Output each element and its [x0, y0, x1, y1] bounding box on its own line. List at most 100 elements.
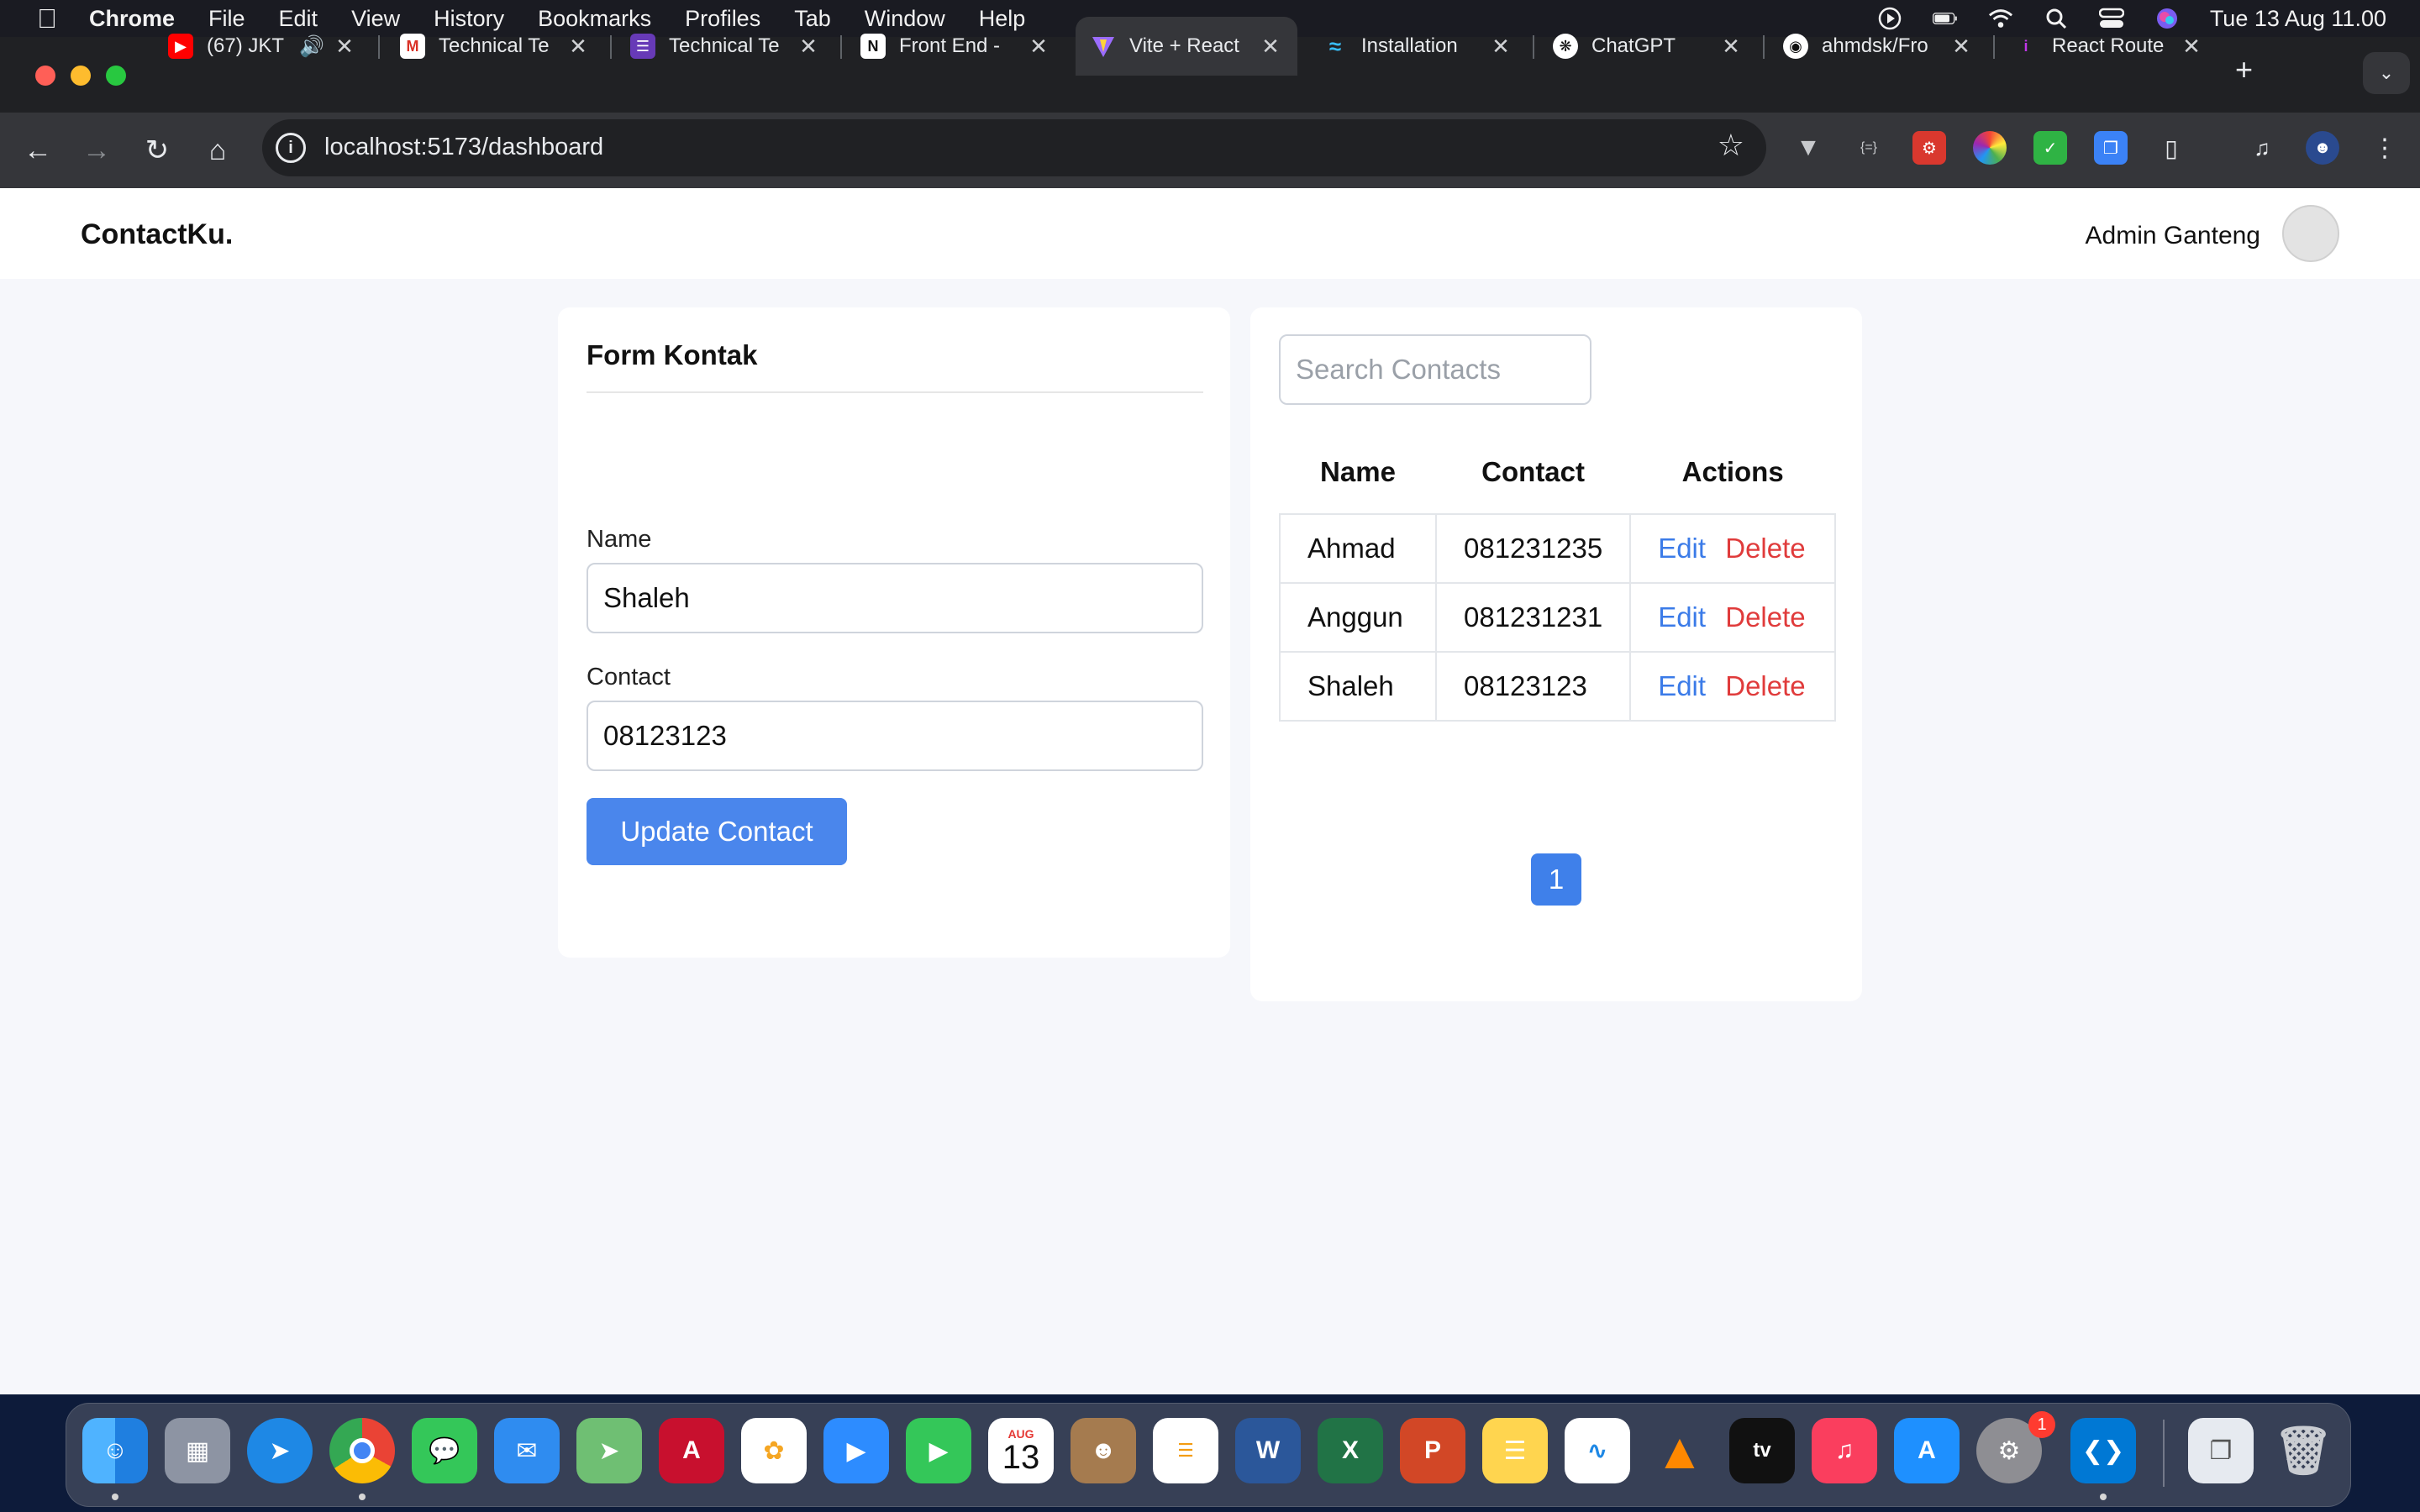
archive-folder-icon[interactable]: ❐ — [2188, 1418, 2254, 1483]
excel-icon[interactable]: X — [1318, 1418, 1383, 1483]
actions-cell: Edit Delete — [1629, 582, 1837, 653]
browser-tab-chatgpt[interactable]: ❋ ChatGPT ✕ — [1538, 17, 1758, 76]
media-controls-icon[interactable]: ♫ — [2245, 131, 2279, 165]
acrobat-icon[interactable]: A — [659, 1418, 724, 1483]
address-bar[interactable]: i localhost:5173/dashboard ☆ — [262, 119, 1766, 176]
tab-separator — [1533, 35, 1534, 59]
home-icon[interactable]: ⌂ — [198, 131, 237, 170]
more-menu-icon[interactable]: ⋮ — [2368, 131, 2402, 165]
vscode-icon[interactable]: ❮❯ — [2070, 1418, 2136, 1483]
back-arrow-icon[interactable]: ← — [18, 131, 57, 170]
close-tab-icon[interactable]: ✕ — [1719, 34, 1743, 60]
finder-icon[interactable]: ☺ — [82, 1418, 148, 1483]
notes-icon[interactable]: ☰ — [1482, 1418, 1548, 1483]
trash-icon[interactable]: 🗑 — [2270, 1418, 2336, 1483]
json-viewer-extension-icon[interactable]: {=} — [1852, 131, 1886, 165]
extensions-puzzle-icon[interactable]: ▯ — [2154, 131, 2188, 165]
edit-link[interactable]: Edit — [1658, 601, 1706, 633]
close-tab-icon[interactable]: ✕ — [2180, 34, 2203, 60]
close-tab-icon[interactable]: ✕ — [566, 34, 590, 60]
update-contact-button[interactable]: Update Contact — [587, 798, 847, 865]
gmail-icon: M — [400, 34, 425, 59]
browser-tab-notion[interactable]: N Front End - ✕ — [845, 17, 1065, 76]
tab-title: Front End - — [899, 34, 1001, 57]
vlc-icon[interactable]: ▲ — [1647, 1418, 1712, 1483]
delete-link[interactable]: Delete — [1725, 670, 1805, 701]
calendar-icon[interactable]: AUG 13 — [988, 1418, 1054, 1483]
tab-separator — [840, 35, 842, 59]
browser-tab-gmail[interactable]: M Technical Te ✕ — [385, 17, 605, 76]
close-tab-icon[interactable]: ✕ — [797, 34, 820, 60]
delete-link[interactable]: Delete — [1725, 533, 1805, 564]
close-window-button[interactable] — [35, 66, 55, 86]
minimize-window-button[interactable] — [71, 66, 91, 86]
copy-extension-icon[interactable]: ❐ — [2094, 131, 2128, 165]
bookmark-star-icon[interactable]: ☆ — [1718, 128, 1744, 163]
vue-devtools-extension-icon[interactable]: ▼ — [1791, 131, 1825, 165]
notion-icon: N — [860, 34, 886, 59]
browser-tab-forms[interactable]: ☰ Technical Te ✕ — [615, 17, 835, 76]
tab-search-chevron-icon[interactable]: ⌄ — [2363, 52, 2410, 94]
zoom-icon[interactable]: ▶ — [823, 1418, 889, 1483]
edit-link[interactable]: Edit — [1658, 670, 1706, 701]
pagination-page-1-button[interactable]: 1 — [1531, 853, 1581, 906]
shield-extension-icon[interactable]: ✓ — [2033, 131, 2067, 165]
mail-icon[interactable]: ✉ — [494, 1418, 560, 1483]
browser-tab-youtube[interactable]: ▶ (67) JKT 🔊 ✕ — [153, 17, 371, 76]
browser-tab-tailwind[interactable]: ≈ Installation ✕ — [1307, 17, 1528, 76]
menubar-clock[interactable]: Tue 13 Aug 11.00 — [2210, 6, 2386, 32]
close-tab-icon[interactable]: ✕ — [1949, 34, 1973, 60]
music-icon[interactable]: ♫ — [1812, 1418, 1877, 1483]
tab-separator — [610, 35, 612, 59]
tab-separator — [378, 35, 380, 59]
running-indicator — [359, 1494, 366, 1500]
name-input[interactable] — [587, 563, 1203, 633]
browser-tab-github[interactable]: ◉ ahmdsk/Fro ✕ — [1768, 17, 1988, 76]
color-picker-extension-icon[interactable] — [1973, 131, 2007, 165]
red-extension-icon[interactable]: ⚙ — [1912, 131, 1946, 165]
zoom-window-button[interactable] — [106, 66, 126, 86]
speaker-icon[interactable]: 🔊 — [299, 34, 324, 59]
close-tab-icon[interactable]: ✕ — [1489, 34, 1512, 60]
table-row: Shaleh 08123123 Edit Delete — [1279, 651, 1837, 722]
photos-icon[interactable]: ✿ — [741, 1418, 807, 1483]
close-tab-icon[interactable]: ✕ — [1259, 34, 1282, 60]
url-text[interactable]: localhost:5173/dashboard — [324, 134, 603, 161]
facetime-icon[interactable]: ▶ — [906, 1418, 971, 1483]
contact-input[interactable] — [587, 701, 1203, 771]
apple-tv-icon[interactable]: tv — [1729, 1418, 1795, 1483]
browser-tab-vite-active[interactable]: Vite + React ✕ — [1076, 17, 1297, 76]
contact-name-cell: Shaleh — [1279, 651, 1437, 722]
contacts-table: Name Contact Actions Ahmad 081231235 Edi… — [1279, 430, 1837, 722]
close-tab-icon[interactable]: ✕ — [333, 34, 356, 60]
contacts-icon[interactable]: ☻ — [1071, 1418, 1136, 1483]
word-icon[interactable]: W — [1235, 1418, 1301, 1483]
reminders-icon[interactable]: ☰ — [1153, 1418, 1218, 1483]
site-info-icon[interactable]: i — [276, 133, 306, 163]
tab-title: Technical Te — [439, 34, 550, 57]
freeform-icon[interactable]: ∿ — [1565, 1418, 1630, 1483]
maps-icon[interactable]: ➤ — [576, 1418, 642, 1483]
search-contacts-input[interactable] — [1279, 334, 1591, 405]
contact-number-cell: 081231235 — [1434, 513, 1632, 584]
reload-icon[interactable]: ↻ — [138, 131, 176, 170]
tab-separator — [1763, 35, 1765, 59]
safari-icon[interactable]: ➤ — [247, 1418, 313, 1483]
powerpoint-icon[interactable]: P — [1400, 1418, 1465, 1483]
delete-link[interactable]: Delete — [1725, 601, 1805, 633]
launchpad-icon[interactable]: ▦ — [165, 1418, 230, 1483]
close-tab-icon[interactable]: ✕ — [1027, 34, 1050, 60]
actions-cell: Edit Delete — [1629, 513, 1837, 584]
messages-icon[interactable]: 💬 — [412, 1418, 477, 1483]
chrome-icon[interactable] — [329, 1418, 395, 1483]
brand-logo[interactable]: ContactKu. — [81, 218, 233, 251]
column-header-name: Name — [1320, 455, 1396, 487]
app-store-icon[interactable]: A — [1894, 1418, 1960, 1483]
user-avatar[interactable] — [2282, 205, 2339, 262]
new-tab-plus-icon[interactable]: + — [2235, 52, 2253, 87]
browser-tab-react-router[interactable]: i React Route ✕ — [1998, 17, 2218, 76]
edit-link[interactable]: Edit — [1658, 533, 1706, 564]
forward-arrow-icon[interactable]: → — [77, 131, 116, 170]
apple-icon[interactable]:  — [30, 3, 64, 34]
profile-avatar-icon[interactable]: ☻ — [2306, 131, 2339, 165]
